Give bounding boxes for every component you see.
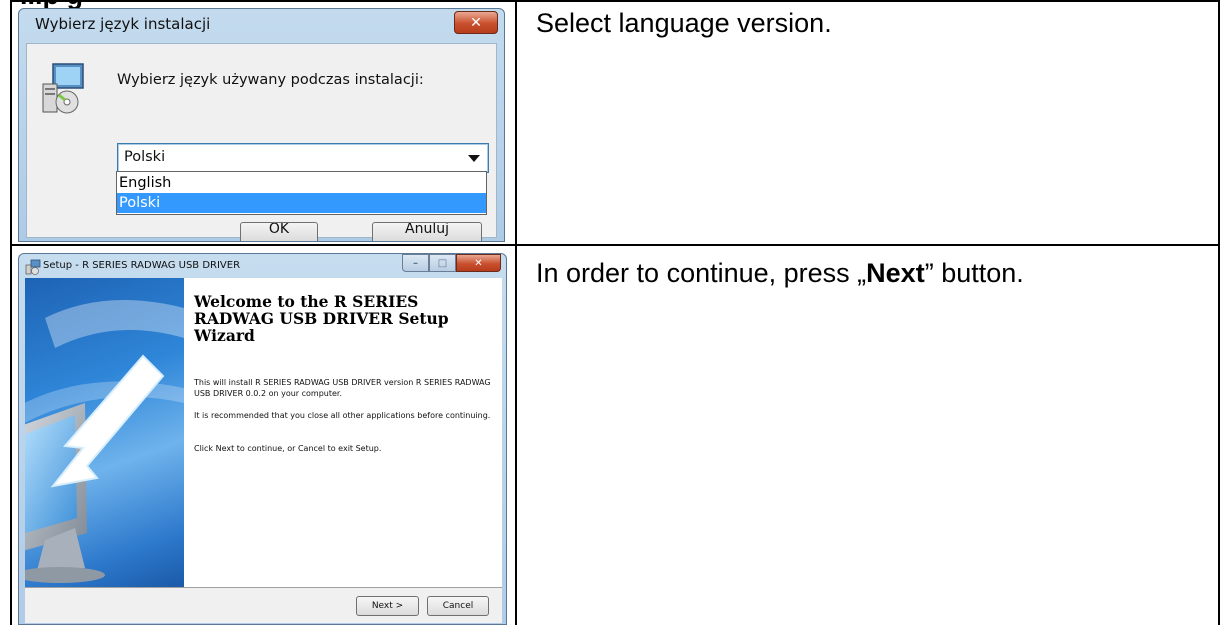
language-dialog: Wybierz język instalacji ✕ Wybierz język… <box>18 8 505 242</box>
wizard-content: Welcome to the R SERIES RADWAG USB DRIVE… <box>184 278 502 587</box>
cancel-button[interactable]: Anuluj <box>372 222 482 241</box>
close-icon: ✕ <box>474 257 483 269</box>
wizard-paragraph-continue: Click Next to continue, or Cancel to exi… <box>194 444 382 453</box>
ok-button[interactable]: OK <box>240 222 318 241</box>
maximize-icon: □ <box>437 257 448 269</box>
close-button[interactable]: ✕ <box>454 11 498 34</box>
maximize-button[interactable]: □ <box>429 254 456 272</box>
table-line-row-divider <box>10 244 1220 246</box>
wizard-welcome-heading: Welcome to the R SERIES RADWAG USB DRIVE… <box>194 292 449 345</box>
chevron-down-icon[interactable] <box>468 155 480 162</box>
setup-wizard-body: Welcome to the R SERIES RADWAG USB DRIVE… <box>25 278 502 623</box>
wizard-paragraph-install: This will install R SERIES RADWAG USB DR… <box>194 378 491 398</box>
language-select[interactable]: Polski <box>117 143 489 173</box>
language-option-english[interactable]: English <box>117 173 486 193</box>
table-line-right <box>1218 0 1220 625</box>
wizard-close-button[interactable]: ✕ <box>456 254 501 272</box>
table-line-left <box>10 0 12 625</box>
minimize-button[interactable]: – <box>402 254 429 272</box>
window-caption-buttons: – □ ✕ <box>402 254 501 272</box>
close-icon: ✕ <box>470 14 482 31</box>
setup-computer-icon <box>42 63 84 114</box>
wizard-cancel-button[interactable]: Cancel <box>427 596 489 616</box>
setup-wizard-title: Setup - R SERIES RADWAG USB DRIVER <box>43 260 241 271</box>
row2-description-post: ” button. <box>924 258 1024 288</box>
row1-description: Select language version. <box>536 8 832 38</box>
language-prompt: Wybierz język używany podczas instalacji… <box>117 72 424 88</box>
setup-wizard-window: Setup - R SERIES RADWAG USB DRIVER – □ ✕ <box>18 253 507 625</box>
language-option-polski[interactable]: Polski <box>117 193 486 213</box>
row2-description-bold: Next <box>866 258 925 288</box>
wizard-side-image <box>25 278 184 587</box>
monitor-install-illustration <box>25 300 184 583</box>
language-dialog-title: Wybierz język instalacji <box>35 15 211 33</box>
table-line-top <box>10 0 1220 2</box>
row2-description: In order to continue, press „Next” butto… <box>536 258 1024 289</box>
next-button[interactable]: Next > <box>356 596 419 616</box>
row2-description-pre: In order to continue, press „ <box>536 258 867 288</box>
wizard-button-bar: Next > Cancel <box>25 587 502 623</box>
setup-app-icon <box>25 259 41 275</box>
language-dropdown-list: English Polski <box>116 171 487 215</box>
wizard-paragraph-recommend: It is recommended that you close all oth… <box>194 411 491 420</box>
table-line-middle <box>515 0 517 625</box>
minimize-icon: – <box>413 257 418 269</box>
language-select-value: Polski <box>124 149 166 165</box>
